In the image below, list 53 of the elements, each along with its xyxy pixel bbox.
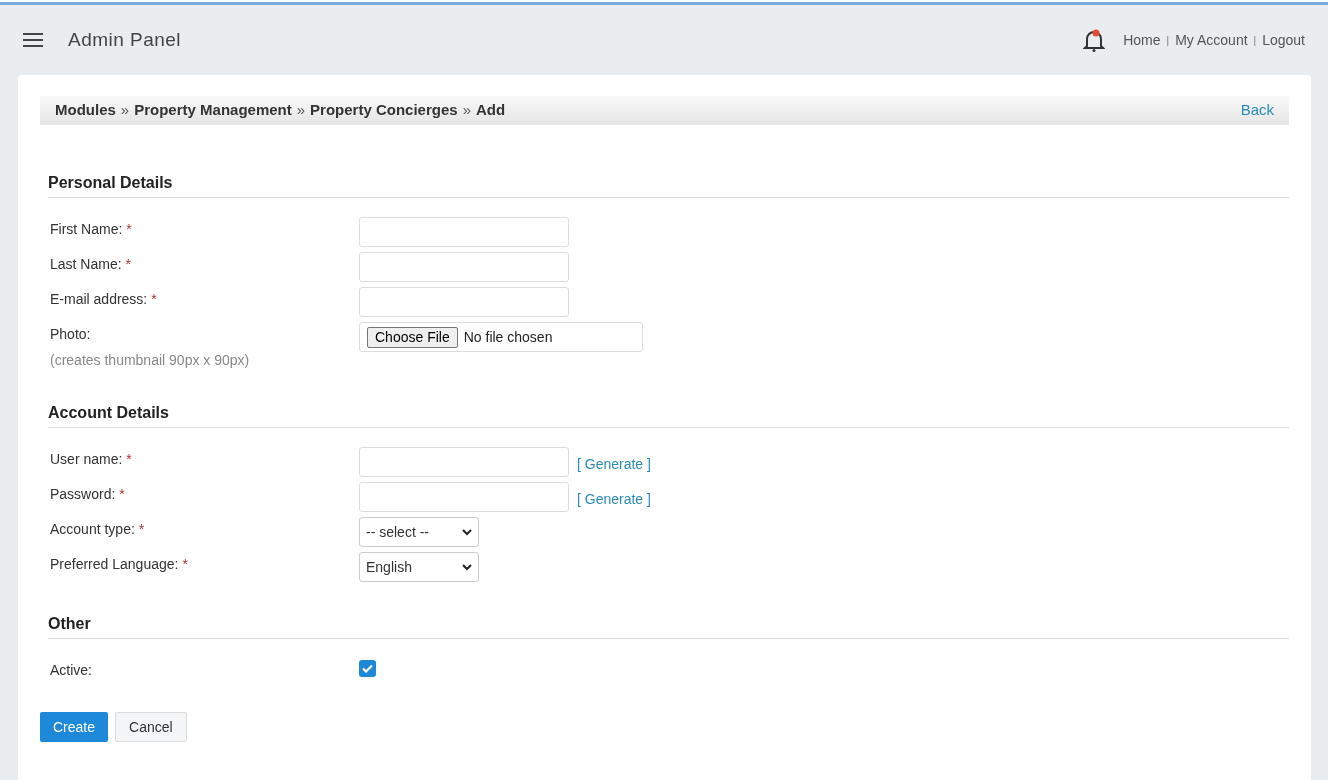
- text-input[interactable]: [359, 447, 569, 477]
- choose-file-button[interactable]: Choose File: [367, 326, 458, 348]
- required-mark: *: [126, 221, 132, 237]
- generate-link[interactable]: [ Generate ]: [577, 449, 651, 475]
- chevron-down-icon: [462, 563, 472, 571]
- field-label: E-mail address:: [50, 291, 148, 307]
- checkbox[interactable]: [359, 660, 376, 677]
- text-input[interactable]: [359, 217, 569, 247]
- breadcrumb-link[interactable]: Modules: [55, 99, 116, 122]
- field-hint: (creates thumbnail 90px x 90px): [50, 351, 251, 370]
- section-heading: Other: [48, 612, 1289, 639]
- header-link[interactable]: Home: [1123, 29, 1161, 51]
- breadcrumb-current: Add: [475, 100, 506, 121]
- link-separator: |: [1253, 33, 1257, 48]
- required-mark: *: [182, 556, 188, 572]
- select-dropdown[interactable]: -- select --: [359, 517, 479, 547]
- field-label: Password:: [50, 486, 116, 502]
- required-mark: *: [119, 486, 125, 502]
- file-input[interactable]: Choose File No file chosen: [359, 322, 643, 352]
- menu-icon[interactable]: [23, 33, 43, 47]
- field-label: Last Name:: [50, 256, 122, 272]
- breadcrumb-separator: »: [462, 100, 471, 121]
- cancel-button[interactable]: Cancel: [115, 712, 187, 742]
- link-separator: |: [1166, 33, 1170, 48]
- breadcrumb-link[interactable]: Property Concierges: [310, 99, 458, 122]
- breadcrumb-separator: »: [120, 100, 130, 121]
- generate-link[interactable]: [ Generate ]: [577, 484, 651, 510]
- breadcrumb-separator: »: [296, 100, 306, 121]
- section-heading: Personal Details: [48, 171, 1289, 198]
- create-button[interactable]: Create: [40, 712, 109, 742]
- breadcrumb-link[interactable]: Property Management: [134, 99, 292, 122]
- required-mark: *: [151, 291, 157, 307]
- field-label: Photo:: [50, 326, 91, 342]
- field-label: Preferred Language:: [50, 556, 179, 572]
- field-label: First Name:: [50, 221, 123, 237]
- text-input[interactable]: [359, 252, 569, 282]
- required-mark: *: [126, 451, 132, 467]
- required-mark: *: [125, 256, 132, 272]
- select-dropdown[interactable]: English: [359, 552, 479, 582]
- field-label: User name:: [50, 451, 123, 467]
- checkmark-icon: [362, 664, 373, 673]
- app-title: Admin Panel: [68, 27, 181, 52]
- text-input[interactable]: [359, 482, 569, 512]
- required-mark: *: [138, 521, 145, 537]
- text-input[interactable]: [359, 287, 569, 317]
- field-label: Active:: [50, 662, 92, 678]
- section-heading: Account Details: [48, 401, 1289, 428]
- header-link[interactable]: My Account: [1175, 29, 1248, 51]
- field-label: Account type:: [50, 521, 135, 537]
- chevron-down-icon: [462, 528, 472, 536]
- header-link[interactable]: Logout: [1262, 29, 1305, 51]
- bell-icon[interactable]: [1083, 28, 1106, 52]
- file-status: No file chosen: [463, 327, 553, 347]
